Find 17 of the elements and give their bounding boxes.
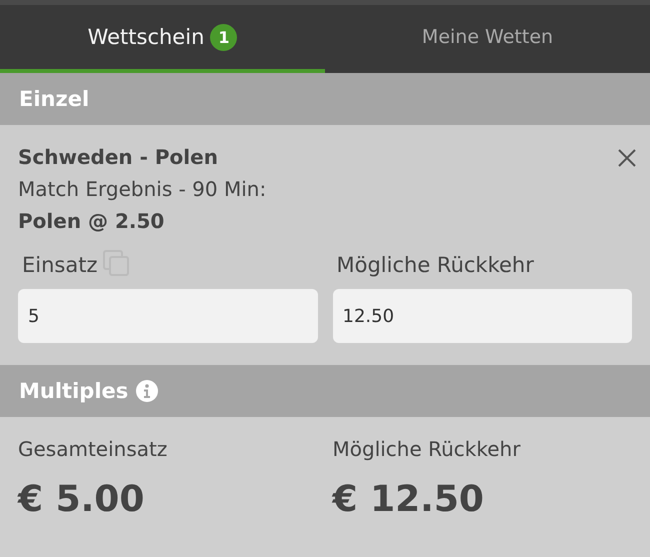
match-title: Schweden - Polen (18, 144, 219, 171)
total-stake-label: Gesamteinsatz (18, 437, 168, 461)
market-label: Match Ergebnis - 90 Min: (18, 176, 266, 203)
section-title: Multiples (19, 379, 128, 403)
return-label: Mögliche Rückkehr (332, 437, 522, 461)
tab[interactable]: Meine Wetten (325, 5, 650, 73)
return-label: Mögliche Rückkehr (336, 253, 534, 277)
count-badge: 1 (210, 24, 238, 50)
info-icon[interactable] (136, 380, 158, 402)
return-value: € 12.50 (332, 479, 485, 520)
selection-odds: Polen @ 2.50 (18, 208, 166, 235)
stake-input[interactable]: 5 (18, 289, 318, 343)
close-icon[interactable] (618, 149, 636, 167)
return-field[interactable]: 12.50 (332, 289, 632, 343)
section-title: Einzel (19, 87, 90, 111)
total-stake-value: € 5.00 (18, 479, 146, 520)
stake-label: Einsatz (22, 253, 98, 277)
